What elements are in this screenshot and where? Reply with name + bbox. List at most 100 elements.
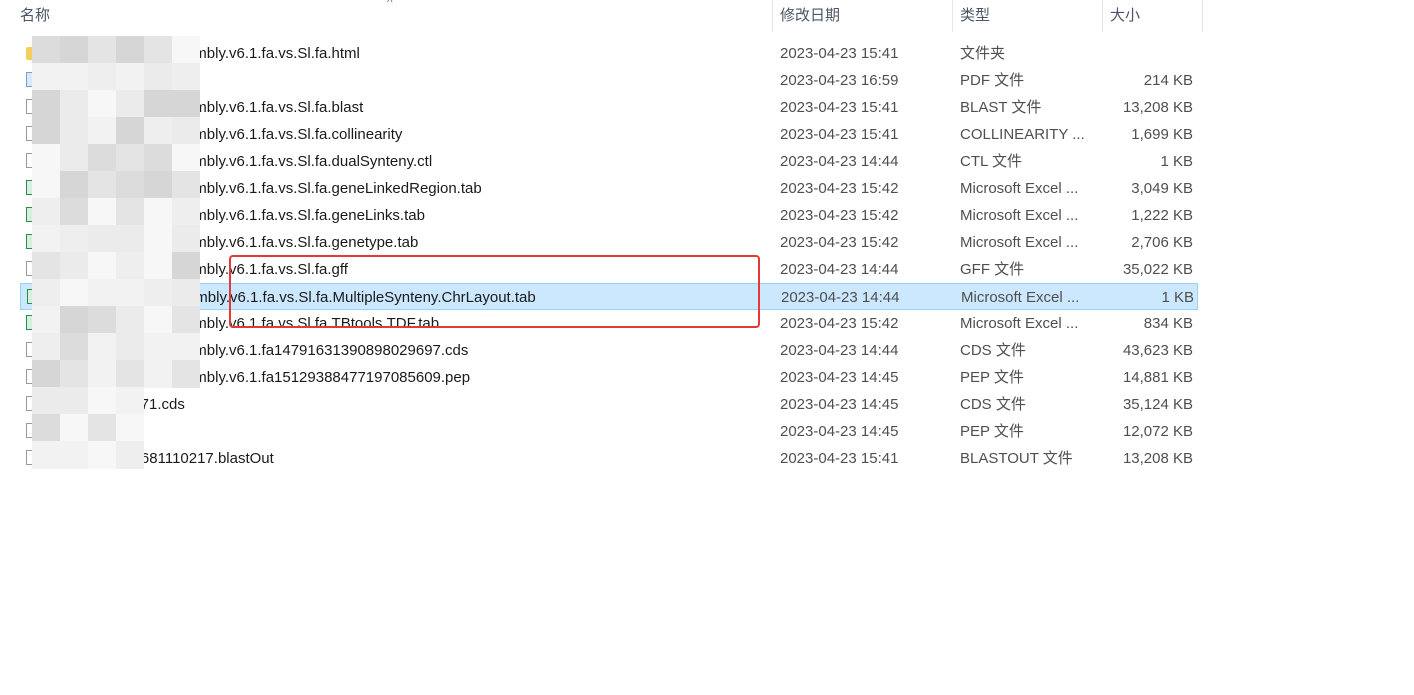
blur-pixel <box>32 387 60 415</box>
file-date: 2023-04-23 14:45 <box>780 396 899 413</box>
blur-pixel <box>88 414 116 442</box>
file-type: Microsoft Excel ... <box>960 207 1079 224</box>
blur-pixel <box>88 387 116 415</box>
file-size: 3,049 KB <box>1131 180 1193 197</box>
blur-pixel <box>172 306 200 334</box>
blur-pixel <box>60 90 88 118</box>
blur-pixel <box>172 144 200 172</box>
file-date: 2023-04-23 15:41 <box>780 45 899 62</box>
blur-pixel <box>144 333 172 361</box>
column-header-size[interactable]: 大小 <box>1102 0 1202 32</box>
blur-pixel <box>116 306 144 334</box>
file-size: 1,699 KB <box>1131 126 1193 143</box>
blur-pixel <box>88 360 116 388</box>
blur-pixel <box>32 252 60 280</box>
blur-pixel <box>60 117 88 145</box>
file-type: PDF 文件 <box>960 72 1025 89</box>
file-date: 2023-04-23 15:42 <box>780 207 899 224</box>
blur-pixel <box>144 225 172 253</box>
blur-pixel <box>88 63 116 91</box>
blur-pixel <box>60 333 88 361</box>
file-type: CDS 文件 <box>960 396 1026 413</box>
blur-pixel <box>172 171 200 199</box>
blur-pixel <box>60 198 88 226</box>
blur-pixel <box>88 252 116 280</box>
blur-pixel <box>32 333 60 361</box>
blur-pixel <box>88 171 116 199</box>
blur-pixel <box>144 198 172 226</box>
column-divider[interactable] <box>1202 0 1203 32</box>
blur-pixel <box>116 144 144 172</box>
file-type: Microsoft Excel ... <box>961 289 1080 306</box>
file-date: 2023-04-23 15:42 <box>780 315 899 332</box>
blur-pixel <box>172 252 200 280</box>
blur-pixel <box>144 279 172 307</box>
file-date: 2023-04-23 15:41 <box>780 126 899 143</box>
blur-pixel <box>116 63 144 91</box>
blur-pixel <box>88 36 116 64</box>
blur-pixel <box>116 387 144 415</box>
file-date: 2023-04-23 14:45 <box>780 369 899 386</box>
blur-pixel <box>32 90 60 118</box>
blur-pixel <box>116 36 144 64</box>
blur-pixel <box>144 306 172 334</box>
file-type: GFF 文件 <box>960 261 1025 278</box>
file-size: 214 KB <box>1143 72 1193 89</box>
blur-pixel <box>172 90 200 118</box>
column-header-type[interactable]: 类型 <box>952 0 1102 32</box>
file-date: 2023-04-23 15:41 <box>780 99 899 116</box>
blur-pixel <box>88 279 116 307</box>
file-date: 2023-04-23 15:41 <box>780 450 899 467</box>
blur-pixel <box>172 198 200 226</box>
blur-pixel <box>32 117 60 145</box>
blur-pixel <box>60 225 88 253</box>
privacy-blur <box>32 36 200 476</box>
blur-pixel <box>32 360 60 388</box>
file-size: 1 KB <box>1161 289 1194 306</box>
file-date: 2023-04-23 15:42 <box>780 234 899 251</box>
blur-pixel <box>172 117 200 145</box>
blur-pixel <box>88 198 116 226</box>
file-date: 2023-04-23 16:59 <box>780 72 899 89</box>
column-header-date[interactable]: 修改日期 <box>772 0 952 32</box>
file-type: Microsoft Excel ... <box>960 180 1079 197</box>
blur-pixel <box>144 36 172 64</box>
blur-pixel <box>60 387 88 415</box>
blur-pixel <box>144 63 172 91</box>
blur-pixel <box>116 360 144 388</box>
blur-pixel <box>60 36 88 64</box>
blur-pixel <box>32 63 60 91</box>
file-type: CDS 文件 <box>960 342 1026 359</box>
blur-pixel <box>32 144 60 172</box>
blur-pixel <box>32 306 60 334</box>
blur-pixel <box>60 306 88 334</box>
blur-pixel <box>116 441 144 469</box>
file-size: 43,623 KB <box>1122 342 1193 359</box>
blur-pixel <box>88 144 116 172</box>
blur-pixel <box>116 90 144 118</box>
blur-pixel <box>88 441 116 469</box>
blur-pixel <box>32 36 60 64</box>
file-type: PEP 文件 <box>960 423 1024 440</box>
blur-pixel <box>116 198 144 226</box>
file-date: 2023-04-23 14:44 <box>780 342 899 359</box>
blur-pixel <box>32 279 60 307</box>
blur-pixel <box>88 306 116 334</box>
file-date: 2023-04-23 14:44 <box>780 261 899 278</box>
annotation-highlight-box <box>229 255 760 328</box>
blur-pixel <box>60 414 88 442</box>
blur-pixel <box>88 90 116 118</box>
blur-pixel <box>60 279 88 307</box>
blur-pixel <box>88 225 116 253</box>
blur-pixel <box>116 225 144 253</box>
blur-pixel <box>116 117 144 145</box>
file-size: 13,208 KB <box>1122 99 1193 116</box>
file-size: 834 KB <box>1143 315 1193 332</box>
blur-pixel <box>116 414 144 442</box>
file-size: 35,022 KB <box>1122 261 1193 278</box>
blur-pixel <box>116 279 144 307</box>
blur-pixel <box>60 171 88 199</box>
file-type: Microsoft Excel ... <box>960 234 1079 251</box>
file-size: 1,222 KB <box>1131 207 1193 224</box>
file-size: 13,208 KB <box>1122 450 1193 467</box>
